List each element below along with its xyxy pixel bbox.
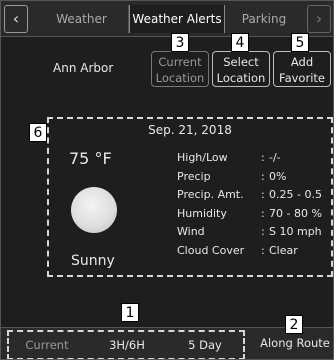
five-day-button[interactable]: 5 Day <box>167 338 243 352</box>
detail-row: Cloud Cover : Clear <box>177 244 333 263</box>
tab-weather[interactable]: Weather <box>35 5 129 33</box>
callout-4: 4 <box>231 33 249 52</box>
detail-row: Precip : 0% <box>177 170 333 189</box>
detail-value: Clear <box>269 243 298 257</box>
callout-5: 5 <box>291 33 309 52</box>
detail-value: S 10 mph <box>269 225 322 238</box>
forecast-date: Sep. 21, 2018 <box>148 123 232 137</box>
detail-value: 70 - 80 % <box>269 206 322 220</box>
detail-separator: : <box>261 151 265 164</box>
detail-separator: : <box>261 188 265 201</box>
detail-label: Wind <box>177 225 205 238</box>
detail-separator: : <box>261 206 265 220</box>
tab-weather-alerts[interactable]: Weather Alerts <box>129 5 225 33</box>
detail-label: Precip. Amt. <box>177 188 244 201</box>
callout-3: 3 <box>171 33 189 52</box>
detail-separator: : <box>261 169 265 183</box>
current-location-button[interactable]: Current Location <box>151 51 209 87</box>
detail-value: 0% <box>269 169 287 183</box>
detail-row: Humidity : 70 - 80 % <box>177 207 333 226</box>
along-route-button[interactable]: Along Route <box>255 336 333 350</box>
detail-separator: : <box>261 225 265 238</box>
forecast-panel: Sep. 21, 2018 75 °F Sunny High/Low : -/-… <box>47 117 333 277</box>
callout-2: 2 <box>285 315 303 334</box>
detail-value: 0.25 - 0.5 <box>269 188 322 201</box>
detail-row: High/Low : -/- <box>177 151 333 170</box>
tab-parking[interactable]: Parking <box>225 5 303 33</box>
add-favorite-button[interactable]: Add Favorite <box>273 51 331 87</box>
detail-value: -/- <box>269 151 281 164</box>
forecast-range-group: Current 3H/6H 5 Day <box>7 330 245 359</box>
forecast-details: High/Low : -/- Precip : 0% Precip. Amt. … <box>177 151 333 262</box>
location-name: Ann Arbor <box>53 61 114 75</box>
forward-arrow-icon[interactable]: › <box>307 5 331 33</box>
detail-separator: : <box>261 243 265 257</box>
weather-screen: ‹ Weather Weather Alerts Parking › Ann A… <box>0 0 334 360</box>
sun-icon <box>71 187 117 233</box>
hourly-button[interactable]: 3H/6H <box>89 338 165 352</box>
tab-bar: ‹ Weather Weather Alerts Parking › <box>1 1 333 37</box>
select-location-button[interactable]: Select Location <box>212 51 270 87</box>
weather-condition: Sunny <box>71 253 115 269</box>
detail-row: Precip. Amt. : 0.25 - 0.5 <box>177 188 333 207</box>
detail-label: Cloud Cover <box>177 243 245 257</box>
detail-row: Wind : S 10 mph <box>177 225 333 244</box>
temperature: 75 °F <box>69 149 112 168</box>
callout-1: 1 <box>121 303 139 322</box>
callout-6: 6 <box>29 123 47 142</box>
current-button[interactable]: Current <box>9 338 85 352</box>
detail-label: Humidity <box>177 206 227 220</box>
back-arrow-icon[interactable]: ‹ <box>4 5 28 33</box>
detail-label: Precip <box>177 169 211 183</box>
detail-label: High/Low <box>177 151 228 164</box>
